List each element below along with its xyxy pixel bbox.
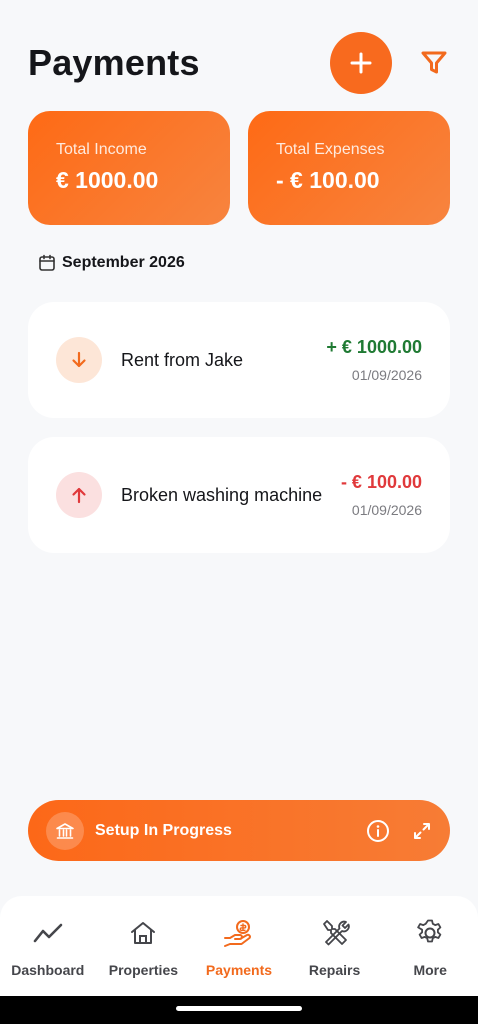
system-navigation-bar <box>0 996 478 1024</box>
tab-label: More <box>413 962 447 978</box>
add-payment-button[interactable] <box>330 32 392 94</box>
hand-coin-icon <box>223 920 251 947</box>
calendar-icon <box>39 254 55 271</box>
plus-icon <box>350 52 372 74</box>
tab-label: Dashboard <box>11 962 85 978</box>
transaction-amount: + € 1000.00 <box>326 337 422 357</box>
total-expenses-value: - € 100.00 <box>276 167 380 193</box>
expand-button[interactable] <box>412 821 432 841</box>
tab-repairs[interactable]: Repairs <box>287 916 383 996</box>
tab-label: Properties <box>108 962 179 978</box>
total-expenses-label: Total Expenses <box>276 141 385 158</box>
tools-icon <box>322 920 350 946</box>
tab-label: Payments <box>205 962 273 978</box>
tab-payments[interactable]: Payments <box>191 916 287 996</box>
transaction-amount: - € 100.00 <box>340 472 422 492</box>
transaction-date: 01/09/2026 <box>351 502 422 518</box>
filter-button[interactable] <box>418 47 450 79</box>
setup-label: Setup In Progress <box>95 821 232 839</box>
page-title: Payments <box>28 42 200 83</box>
expand-icon <box>414 822 430 839</box>
month-selector[interactable]: September 2026 <box>38 254 185 272</box>
summary-cards: Total Income € 1000.00 Total Expenses - … <box>28 111 450 225</box>
total-expenses-card: Total Expenses - € 100.00 <box>248 111 450 225</box>
total-income-card: Total Income € 1000.00 <box>28 111 230 225</box>
arrow-up-icon <box>72 487 86 504</box>
info-button[interactable] <box>366 819 390 843</box>
total-income-value: € 1000.00 <box>56 167 159 193</box>
bottom-tab-bar: Dashboard Properties Payments Repairs Mo… <box>0 896 478 996</box>
transaction-name: Rent from Jake <box>121 349 244 370</box>
info-icon <box>367 819 389 842</box>
transaction-date: 01/09/2026 <box>351 367 422 383</box>
income-icon-badge <box>56 337 102 383</box>
tab-more[interactable]: More <box>382 916 478 996</box>
home-icon <box>131 922 156 944</box>
transaction-row[interactable]: Rent from Jake + € 1000.00 01/09/2026 <box>28 302 450 418</box>
gear-icon <box>417 919 442 943</box>
expense-icon-badge <box>56 472 102 518</box>
tab-dashboard[interactable]: Dashboard <box>0 916 96 996</box>
month-label: September 2026 <box>62 254 185 271</box>
home-indicator[interactable] <box>176 1006 302 1011</box>
tab-properties[interactable]: Properties <box>96 916 192 996</box>
total-income-label: Total Income <box>56 141 147 158</box>
bank-icon <box>46 811 84 850</box>
tab-label: Repairs <box>308 962 361 978</box>
transaction-row[interactable]: Broken washing machine - € 100.00 01/09/… <box>28 437 450 553</box>
transaction-name: Broken washing machine <box>121 484 323 505</box>
chart-line-icon <box>33 923 63 943</box>
header: Payments <box>28 32 450 94</box>
setup-progress-banner[interactable]: Setup In Progress <box>28 800 450 861</box>
filter-icon <box>421 51 447 74</box>
arrow-down-icon <box>72 351 86 368</box>
